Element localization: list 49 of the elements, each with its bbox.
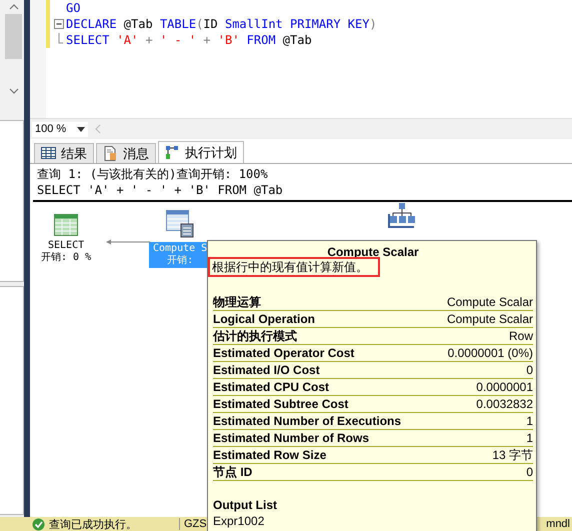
plan-node-label[interactable]: SELECT 开销: 0 % bbox=[39, 240, 94, 264]
property-label: Estimated I/O Cost bbox=[213, 362, 320, 378]
property-label: Estimated Number of Rows bbox=[213, 430, 370, 446]
property-label: Estimated Number of Executions bbox=[213, 413, 402, 429]
table-calculator-icon bbox=[166, 210, 194, 238]
result-tab[interactable]: 消息 bbox=[96, 143, 156, 163]
property-label: Estimated CPU Cost bbox=[213, 379, 330, 395]
user-name: mndl bbox=[546, 518, 570, 530]
operator-description: 根据行中的现有值计算新值。 bbox=[210, 259, 378, 275]
plan-icon bbox=[165, 145, 180, 160]
query-text: SELECT 'A' + ' - ' + 'B' FROM @Tab bbox=[37, 182, 284, 198]
property-label: Estimated Row Size bbox=[213, 447, 326, 463]
connector-arrow bbox=[106, 238, 150, 246]
property-value: 1 bbox=[526, 413, 533, 429]
status-message: 查询已成功执行。 bbox=[49, 518, 138, 531]
result-tab[interactable]: 结果 bbox=[34, 143, 94, 163]
zoom-dropdown[interactable]: 100 % bbox=[32, 122, 88, 136]
property-value: Compute Scalar bbox=[446, 311, 533, 327]
property-value: 0.0000001 (0%) bbox=[448, 345, 533, 361]
change-marker bbox=[46, 0, 50, 48]
property-value: 0 bbox=[526, 362, 533, 378]
document-icon bbox=[103, 146, 118, 161]
tooltip-title: Compute Scalar bbox=[326, 245, 420, 259]
code-line: SELECT 'A' + ' - ' + 'B' FROM @Tab bbox=[66, 33, 312, 47]
grid-icon bbox=[41, 146, 56, 161]
table-icon bbox=[54, 214, 78, 236]
output-list-value: Expr1002 bbox=[213, 513, 266, 529]
query-cost-text: 查询 1: (与该批有关的)查询开销: 100% bbox=[37, 166, 269, 182]
dropdown-caret-icon bbox=[77, 126, 85, 132]
scroll-left-icon bbox=[94, 124, 102, 134]
property-value: 0.0032832 bbox=[476, 396, 533, 412]
output-list-heading: Output List bbox=[213, 497, 278, 513]
property-label: 节点 ID bbox=[213, 464, 252, 480]
property-value: 0 bbox=[526, 464, 533, 480]
property-label: 估计的执行模式 bbox=[213, 328, 297, 344]
scrollbar-thumb[interactable] bbox=[5, 14, 22, 59]
result-tab[interactable]: 执行计划 bbox=[158, 141, 244, 163]
code-line: GO bbox=[66, 1, 80, 15]
property-value: 1 bbox=[526, 430, 533, 446]
property-value: 0.0000001 bbox=[476, 379, 533, 395]
property-value: Compute Scalar bbox=[446, 294, 533, 310]
property-label: Estimated Subtree Cost bbox=[213, 396, 348, 412]
property-value: Row bbox=[508, 328, 533, 344]
property-label: 物理运算 bbox=[213, 294, 261, 310]
collapse-icon bbox=[54, 19, 64, 29]
code-line: DECLARE @Tab TABLE(ID SmallInt PRIMARY KEY) bbox=[66, 17, 377, 31]
property-label: Logical Operation bbox=[213, 311, 316, 327]
property-label: Estimated Operator Cost bbox=[213, 345, 354, 361]
property-value: 13 字节 bbox=[492, 447, 533, 463]
